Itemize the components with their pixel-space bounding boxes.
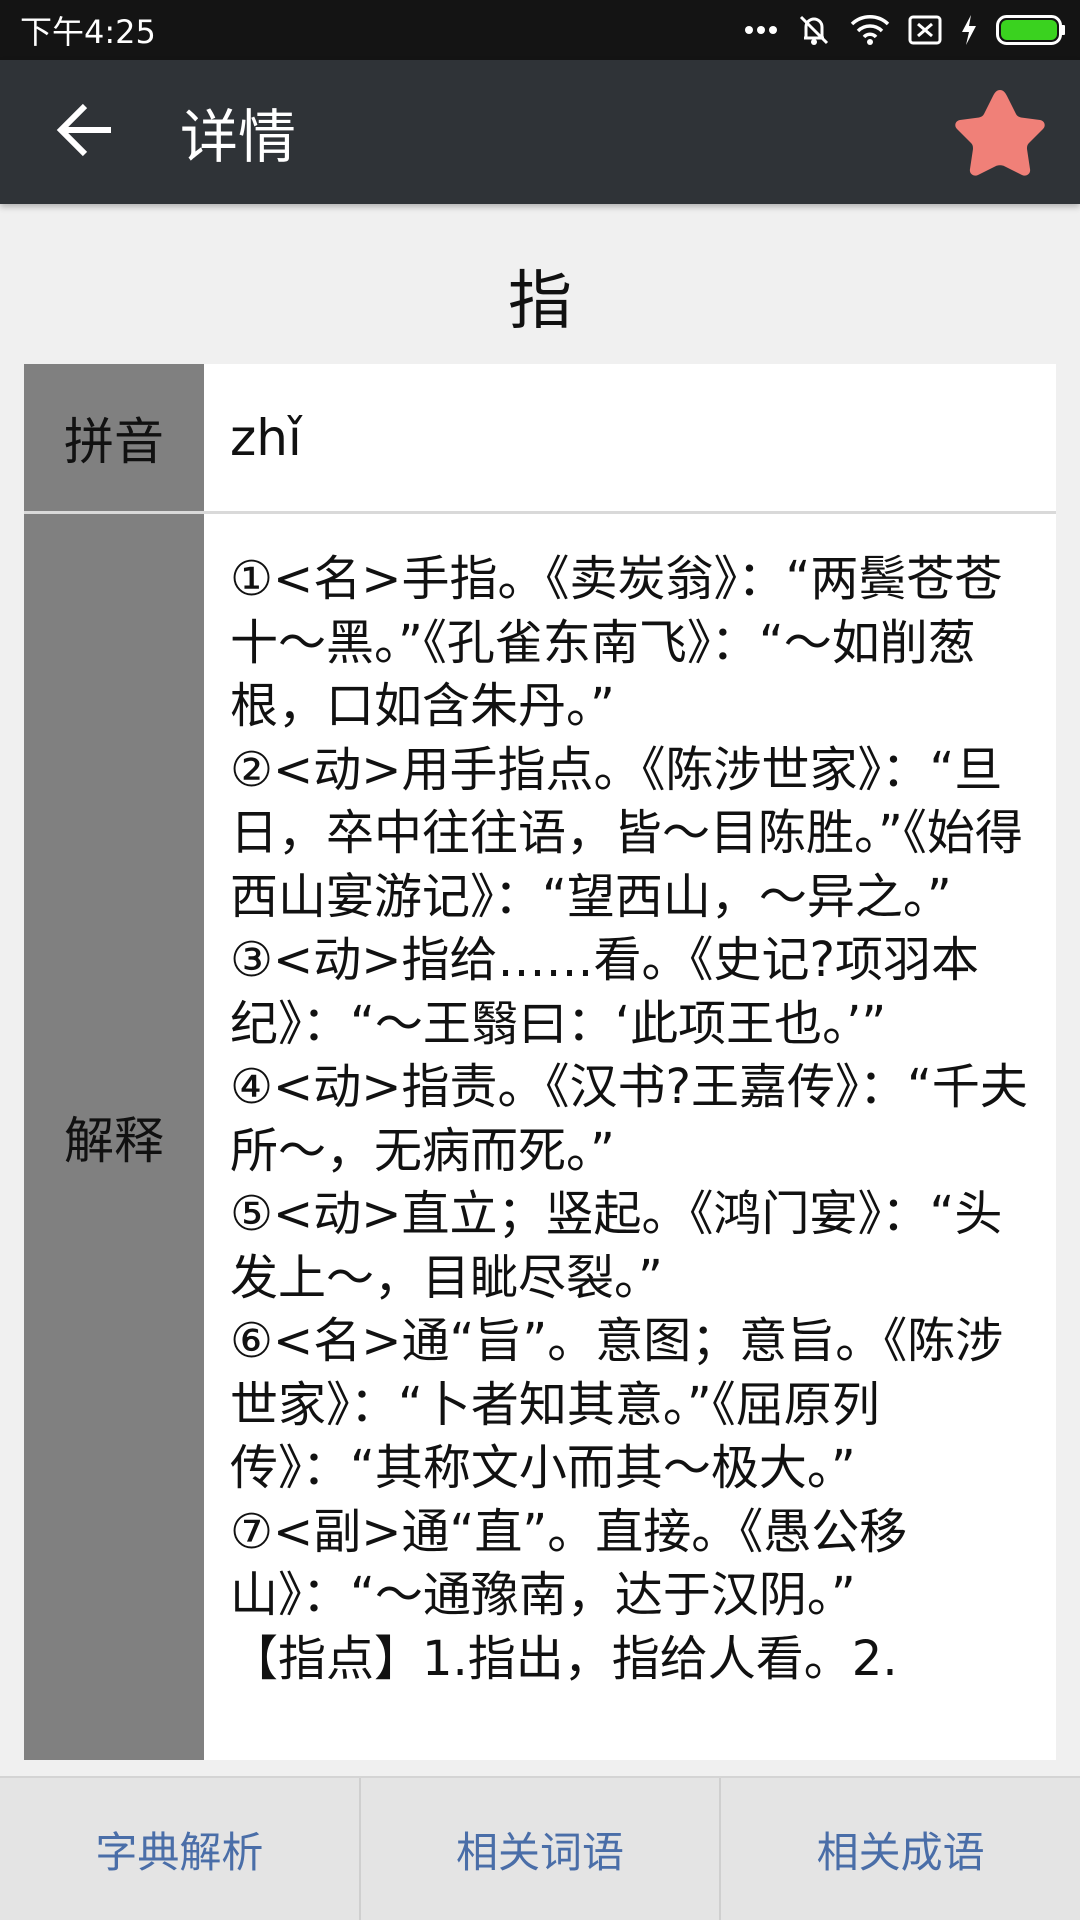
page-title: 详情 bbox=[180, 103, 297, 171]
back-button[interactable] bbox=[0, 60, 170, 204]
tab-related-idioms[interactable]: 相关成语 bbox=[721, 1778, 1080, 1920]
status-time: 下午4:25 bbox=[20, 13, 156, 51]
tab-dictionary-analysis[interactable]: 字典解析 bbox=[0, 1778, 361, 1920]
status-icons bbox=[744, 12, 1066, 48]
arrow-left-icon bbox=[55, 102, 115, 162]
pinyin-row: 拼音 zhǐ bbox=[24, 364, 1056, 514]
tab-related-words[interactable]: 相关词语 bbox=[361, 1778, 722, 1920]
star-icon bbox=[950, 90, 1050, 184]
pinyin-value: zhǐ bbox=[204, 364, 1056, 511]
sim-icon bbox=[908, 15, 942, 45]
mute-icon bbox=[796, 12, 832, 48]
definition-label: 解释 bbox=[24, 514, 204, 1760]
definition-row: 解释 ①<名>手指。《卖炭翁》：“两鬓苍苍十～黑。”《孔雀东南飞》：“～如削葱根… bbox=[24, 514, 1056, 1760]
pinyin-label: 拼音 bbox=[24, 364, 204, 511]
definition-value[interactable]: ①<名>手指。《卖炭翁》：“两鬓苍苍十～黑。”《孔雀东南飞》：“～如削葱根，口如… bbox=[204, 514, 1056, 1760]
status-bar: 下午4:25 bbox=[0, 0, 1080, 60]
app-bar: 详情 bbox=[0, 60, 1080, 204]
bottom-tab-bar: 字典解析 相关词语 相关成语 bbox=[0, 1776, 1080, 1920]
detail-table: 拼音 zhǐ 解释 ①<名>手指。《卖炭翁》：“两鬓苍苍十～黑。”《孔雀东南飞》… bbox=[24, 364, 1056, 1760]
favorite-button[interactable] bbox=[950, 84, 1050, 180]
word-title: 指 bbox=[508, 265, 572, 339]
battery-icon bbox=[996, 15, 1066, 45]
wifi-icon bbox=[850, 14, 890, 46]
more-dots-icon bbox=[744, 25, 778, 35]
definition-text: ①<名>手指。《卖炭翁》：“两鬓苍苍十～黑。”《孔雀东南飞》：“～如削葱根，口如… bbox=[230, 551, 1028, 1687]
charging-icon bbox=[960, 14, 978, 46]
